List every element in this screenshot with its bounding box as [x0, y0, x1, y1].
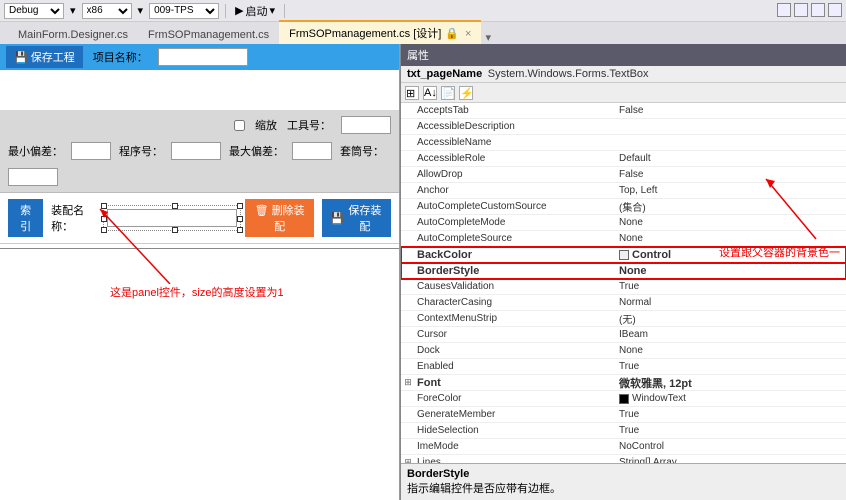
property-row-lines[interactable]: ⊞LinesString[] Array: [401, 455, 846, 463]
assembly-row: 索引 装配名称： 🗑 删除装配 💾 保存装配: [0, 193, 399, 244]
lock-icon: 🔒: [445, 28, 459, 40]
property-row-acceptstab[interactable]: AcceptsTabFalse: [401, 103, 846, 119]
property-row-accessiblename[interactable]: AccessibleName: [401, 135, 846, 151]
platform-select[interactable]: x86: [82, 3, 132, 19]
save-project-button[interactable]: 💾 保存工程: [6, 46, 83, 68]
form-designer[interactable]: 💾 保存工程 项目名称： 缩放 工具号： 最小偏差： 程序号： 最大偏差： 套筒…: [0, 44, 400, 500]
tool-no-label: 工具号：: [287, 117, 331, 133]
categorized-icon[interactable]: ⊞: [405, 86, 419, 100]
scale-checkbox[interactable]: [234, 120, 245, 131]
properties-object[interactable]: txt_pageName System.Windows.Forms.TextBo…: [401, 66, 846, 83]
annotation-text-1: 这是panel控件，size的高度设置为1: [110, 284, 284, 300]
close-icon[interactable]: ×: [465, 28, 471, 40]
save-assembly-button[interactable]: 💾 保存装配: [322, 199, 391, 237]
min-offset-label: 最小偏差：: [8, 143, 63, 159]
alphabetical-icon[interactable]: A↓: [423, 86, 437, 100]
tab-mainform[interactable]: MainForm.Designer.cs: [8, 26, 138, 44]
index-button[interactable]: 索引: [8, 199, 43, 237]
property-row-backcolor[interactable]: BackColorControl: [401, 247, 846, 263]
assembly-name-input[interactable]: [107, 209, 237, 227]
property-row-contextmenustrip[interactable]: ContextMenuStrip(无): [401, 311, 846, 327]
property-row-hideselection[interactable]: HideSelectionTrue: [401, 423, 846, 439]
properties-toolbar: ⊞ A↓ 📄 ⚡: [401, 83, 846, 103]
thin-panel: [0, 248, 399, 249]
align-icon[interactable]: [777, 3, 791, 17]
tool-no-input[interactable]: [341, 116, 391, 134]
property-row-generatemember[interactable]: GenerateMemberTrue: [401, 407, 846, 423]
property-row-dock[interactable]: DockNone: [401, 343, 846, 359]
max-offset-label: 最大偏差：: [229, 143, 284, 159]
property-row-charactercasing[interactable]: CharacterCasingNormal: [401, 295, 846, 311]
property-row-forecolor[interactable]: ForeColorWindowText: [401, 391, 846, 407]
properties-description: BorderStyle 指示编辑控件是否应带有边框。: [401, 463, 846, 500]
assembly-name-label: 装配名称：: [51, 202, 99, 234]
align-icon[interactable]: [828, 3, 842, 17]
align-icon[interactable]: [794, 3, 808, 17]
sleeve-no-label: 套筒号：: [340, 143, 384, 159]
properties-panel: 属性 txt_pageName System.Windows.Forms.Tex…: [400, 44, 846, 500]
tab-frmsop-code[interactable]: FrmSOPmanagement.cs: [138, 26, 279, 44]
property-row-autocompletemode[interactable]: AutoCompleteModeNone: [401, 215, 846, 231]
properties-title: 属性: [401, 44, 846, 66]
align-icon[interactable]: [811, 3, 825, 17]
property-row-borderstyle[interactable]: BorderStyleNone: [401, 263, 846, 279]
toolbar-right-icons: [777, 3, 842, 17]
sleeve-no-input[interactable]: [8, 168, 58, 186]
property-row-causesvalidation[interactable]: CausesValidationTrue: [401, 279, 846, 295]
scale-label: 缩放: [255, 117, 277, 133]
property-row-accessiblerole[interactable]: AccessibleRoleDefault: [401, 151, 846, 167]
property-row-font[interactable]: ⊞Font微软雅黑, 12pt: [401, 375, 846, 391]
tab-frmsop-design[interactable]: FrmSOPmanagement.cs [设计]🔒×: [279, 20, 481, 44]
property-row-enabled[interactable]: EnabledTrue: [401, 359, 846, 375]
property-row-accessibledescription[interactable]: AccessibleDescription: [401, 119, 846, 135]
property-row-autocompletecustomsource[interactable]: AutoCompleteCustomSource(集合): [401, 199, 846, 215]
project-select[interactable]: 009-TPS: [149, 3, 219, 19]
property-row-anchor[interactable]: AnchorTop, Left: [401, 183, 846, 199]
designer-header: 💾 保存工程 项目名称：: [0, 44, 399, 70]
property-row-cursor[interactable]: CursorIBeam: [401, 327, 846, 343]
tabs-dropdown-icon[interactable]: ▾: [485, 31, 491, 44]
project-name-input[interactable]: [158, 48, 248, 66]
property-row-allowdrop[interactable]: AllowDropFalse: [401, 167, 846, 183]
properties-icon[interactable]: 📄: [441, 86, 455, 100]
program-no-input[interactable]: [171, 142, 221, 160]
params-panel: 缩放 工具号： 最小偏差： 程序号： 最大偏差： 套筒号：: [0, 110, 399, 193]
program-no-label: 程序号：: [119, 143, 163, 159]
run-button[interactable]: ▶ 启动 ▾: [232, 2, 278, 20]
document-tabs: MainForm.Designer.cs FrmSOPmanagement.cs…: [0, 22, 846, 44]
events-icon[interactable]: ⚡: [459, 86, 473, 100]
max-offset-input[interactable]: [292, 142, 332, 160]
min-offset-input[interactable]: [71, 142, 111, 160]
delete-assembly-button[interactable]: 🗑 删除装配: [245, 199, 314, 237]
main-toolbar: Debug ▾ x86 ▾ 009-TPS ▶ 启动 ▾: [0, 0, 846, 22]
project-name-label: 项目名称：: [93, 49, 148, 65]
properties-grid[interactable]: AcceptsTabFalseAccessibleDescriptionAcce…: [401, 103, 846, 463]
config-select[interactable]: Debug: [4, 3, 64, 19]
property-row-imemode[interactable]: ImeModeNoControl: [401, 439, 846, 455]
